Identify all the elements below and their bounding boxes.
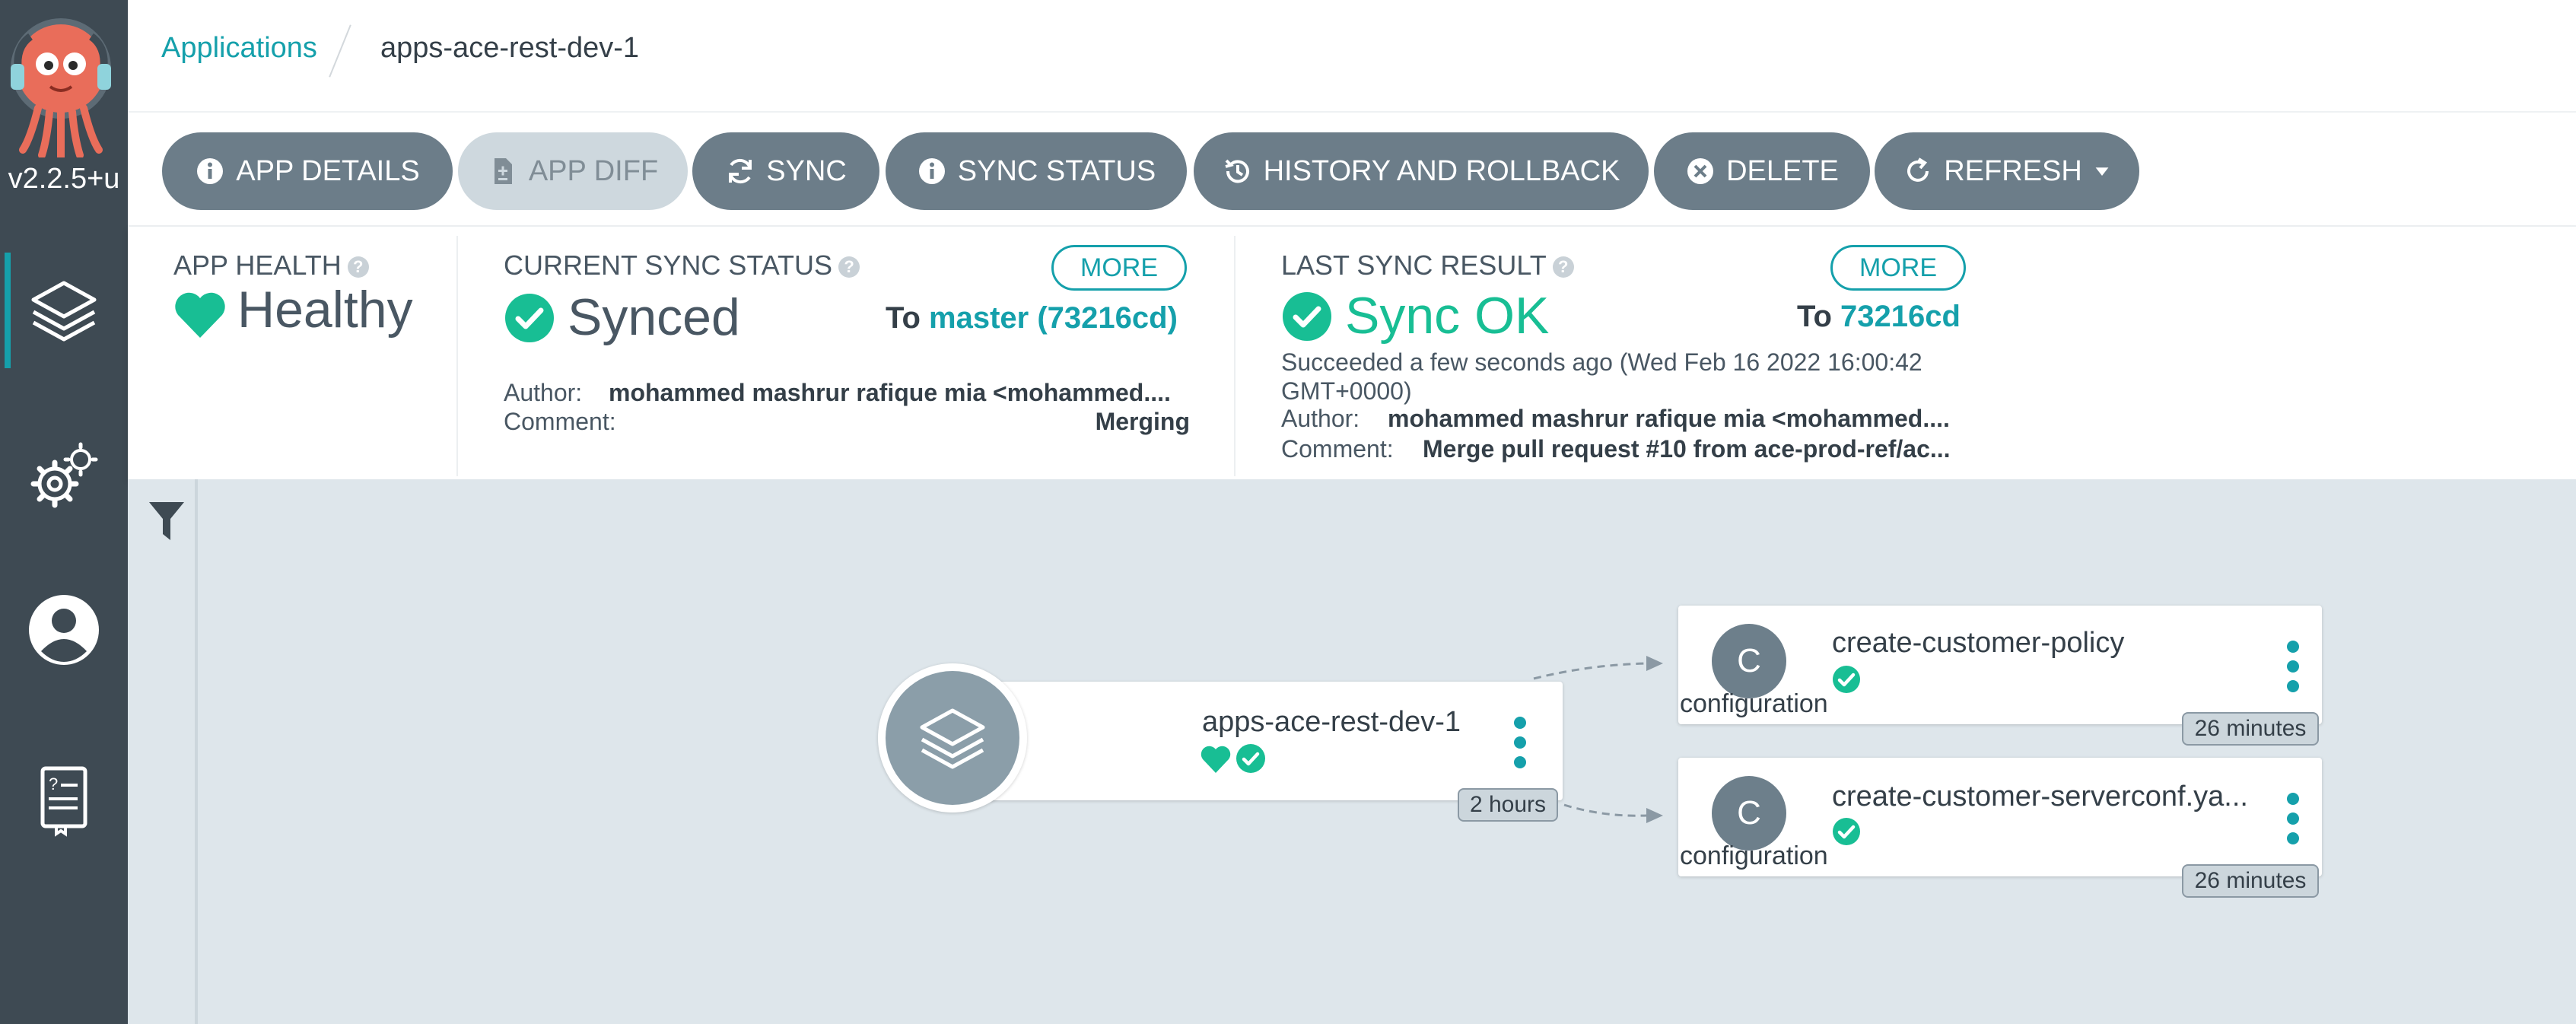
- last-sync-comment-label: Comment:: [1281, 435, 1394, 463]
- version-label: v2.2.5+u: [8, 163, 120, 195]
- app-node-icon-ring: [878, 663, 1027, 813]
- sync-button[interactable]: SYNC: [692, 132, 879, 210]
- nav-applications[interactable]: [0, 253, 128, 368]
- refresh-button[interactable]: REFRESH: [1875, 132, 2139, 210]
- sync-status-button[interactable]: SYNC STATUS: [886, 132, 1187, 210]
- sync-status-label: SYNC STATUS: [957, 154, 1156, 187]
- app-health-heading: APP HEALTH?: [173, 250, 369, 281]
- app-node-status-icons: [1201, 744, 1265, 773]
- synced-check-icon: [1833, 818, 1860, 845]
- nav-documentation[interactable]: ?: [0, 741, 128, 857]
- sync-author-value: mohammed mashrur rafique mia <mohammed..…: [609, 379, 1171, 406]
- refresh-label: REFRESH: [1944, 154, 2082, 187]
- app-details-label: APP DETAILS: [236, 154, 420, 187]
- resource-node[interactable]: C create-customer-serverconf.ya... confi…: [1678, 758, 2322, 876]
- delete-label: DELETE: [1726, 154, 1839, 187]
- resource-node-menu-icon[interactable]: [2287, 793, 2299, 844]
- breadcrumb-separator: [329, 24, 351, 78]
- app-node-age-badge: 2 hours: [1458, 788, 1558, 822]
- layers-icon: [31, 281, 97, 342]
- app-diff-button[interactable]: APP DIFF: [458, 132, 688, 210]
- last-sync-author-label: Author:: [1281, 405, 1360, 432]
- delete-circle-icon: [1687, 158, 1714, 184]
- check-circle-icon: [505, 294, 554, 342]
- delete-button[interactable]: DELETE: [1654, 132, 1870, 210]
- sync-target-revision: To master (73216cd): [886, 301, 1178, 335]
- current-sync-heading: CURRENT SYNC STATUS?: [504, 250, 860, 281]
- last-sync-value: Sync OK: [1345, 287, 1550, 345]
- resource-kind-label: configuration: [1680, 841, 1828, 870]
- help-icon[interactable]: ?: [347, 256, 369, 278]
- help-icon[interactable]: ?: [838, 256, 860, 278]
- app-diff-label: APP DIFF: [528, 154, 659, 187]
- svg-text:?: ?: [49, 774, 58, 793]
- resource-node[interactable]: C create-customer-policy configuration: [1678, 606, 2322, 724]
- last-sync-author-value: mohammed mashrur rafique mia <mohammed..…: [1388, 405, 1950, 432]
- history-rollback-label: HISTORY AND ROLLBACK: [1263, 154, 1620, 187]
- resource-age-badge: 26 minutes: [2182, 712, 2319, 746]
- sync-status-more-button[interactable]: MORE: [1051, 245, 1187, 291]
- resource-node-menu-icon[interactable]: [2287, 641, 2299, 692]
- app-details-button[interactable]: APP DETAILS: [162, 132, 453, 210]
- last-sync-revision-link[interactable]: 73216cd: [1840, 300, 1961, 333]
- history-rollback-button[interactable]: HISTORY AND ROLLBACK: [1194, 132, 1649, 210]
- sidebar: v2.2.5+u ?: [0, 0, 128, 1024]
- status-panel: APP HEALTH? Healthy CURRENT SYNC STATUS?…: [128, 227, 2576, 479]
- last-sync-time-zone: GMT+0000): [1281, 377, 1412, 405]
- sync-revision-link[interactable]: master (73216cd): [929, 301, 1178, 335]
- resource-age-badge: 26 minutes: [2182, 864, 2319, 898]
- nav-settings[interactable]: [0, 417, 128, 533]
- synced-check-icon: [1833, 666, 1860, 693]
- gears-icon: [30, 442, 98, 508]
- resource-kind-icon: C: [1712, 776, 1786, 851]
- layers-icon: [920, 708, 985, 769]
- resource-kind-label: configuration: [1680, 689, 1828, 718]
- nav-user-info[interactable]: [0, 572, 128, 688]
- last-sync-time: Succeeded a few seconds ago (Wed Feb 16 …: [1281, 348, 1922, 376]
- sync-comment-label: Comment:: [504, 408, 616, 435]
- status-divider: [456, 236, 458, 476]
- breadcrumb-applications-link[interactable]: Applications: [161, 32, 317, 65]
- info-icon: [918, 158, 945, 184]
- sync-comment-value: Merging: [1095, 408, 1190, 435]
- check-circle-icon: [1283, 292, 1331, 341]
- file-diff-icon: [494, 158, 512, 184]
- last-sync-more-button[interactable]: MORE: [1830, 245, 1966, 291]
- breadcrumb-current-app: apps-ace-rest-dev-1: [380, 32, 640, 64]
- resource-kind-icon: C: [1712, 624, 1786, 698]
- app-health-value: Healthy: [237, 281, 413, 339]
- sync-author-label: Author:: [504, 379, 583, 406]
- top-bar: Applications apps-ace-rest-dev-1: [128, 0, 2576, 113]
- argo-logo[interactable]: [8, 17, 114, 161]
- sync-icon: [729, 158, 752, 184]
- docs-icon: ?: [40, 766, 87, 837]
- app-toolbar: APP DETAILS APP DIFF SYNC SYNC STATUS HI…: [128, 113, 2576, 227]
- resource-tree[interactable]: apps-ace-rest-dev-1 2 hours C create-cus…: [128, 479, 2576, 1024]
- resource-node-name: create-customer-policy: [1832, 627, 2125, 659]
- last-sync-comment-value: Merge pull request #10 from ace-prod-ref…: [1423, 435, 1951, 463]
- caret-down-icon: [2095, 167, 2109, 176]
- resource-node-name: create-customer-serverconf.ya...: [1832, 781, 2248, 813]
- user-icon: [29, 595, 99, 665]
- info-icon: [197, 158, 224, 184]
- sync-status-value: Synced: [568, 288, 740, 346]
- last-sync-target-revision: To 73216cd: [1797, 300, 1961, 333]
- refresh-icon: [1907, 157, 1929, 182]
- app-node-name: apps-ace-rest-dev-1: [1202, 706, 1461, 738]
- status-divider: [1234, 236, 1236, 476]
- heart-icon: [175, 292, 225, 338]
- help-icon[interactable]: ?: [1552, 256, 1574, 278]
- sync-label: SYNC: [766, 154, 847, 187]
- last-sync-heading: LAST SYNC RESULT?: [1281, 250, 1574, 281]
- app-node-icon-circle: [886, 671, 1019, 805]
- history-icon: [1225, 159, 1249, 183]
- app-node-menu-icon[interactable]: [1514, 717, 1526, 768]
- app-node[interactable]: apps-ace-rest-dev-1: [972, 682, 1563, 800]
